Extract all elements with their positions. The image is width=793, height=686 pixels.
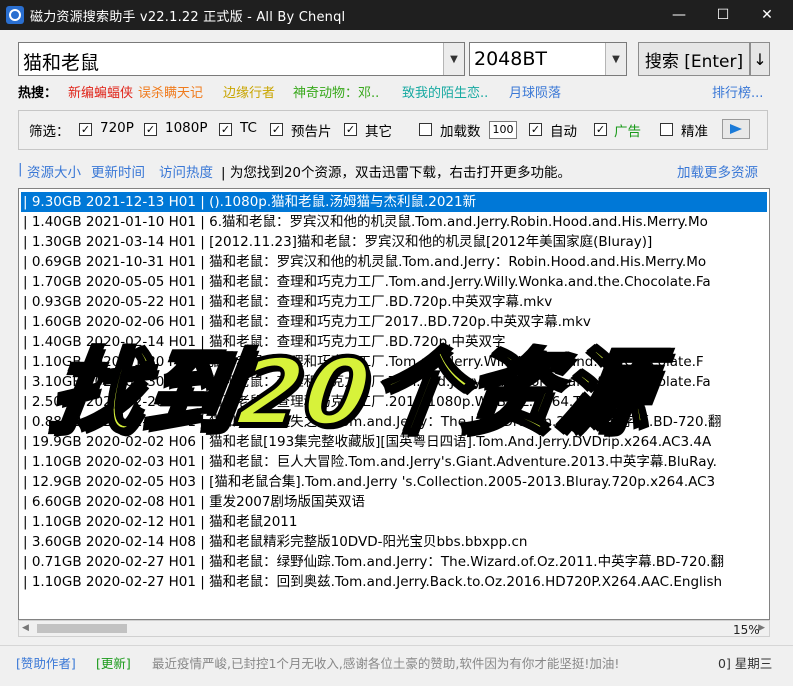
- search-button-label: 搜索 [Enter]: [644, 51, 744, 72]
- play-button[interactable]: [722, 119, 750, 139]
- scroll-left-icon[interactable]: ◀: [22, 623, 29, 633]
- app-window: 磁力资源搜索助手 v22.1.22 正式版 - All By Chenql — …: [0, 0, 793, 686]
- checkbox-ads[interactable]: ✓: [594, 123, 607, 136]
- filter-label: 筛选：: [29, 124, 70, 140]
- progress-percent: 15%: [733, 623, 760, 637]
- precise-label: 精准: [681, 124, 708, 140]
- source-select[interactable]: 2048BT ▼: [469, 42, 627, 76]
- load-count-input[interactable]: 100: [489, 121, 517, 139]
- load-more-link[interactable]: 加载更多资源: [677, 161, 758, 181]
- list-item[interactable]: | 1.10GB 2020-02-27 H01 | 猫和老鼠：回到奥兹.Tom.…: [21, 572, 769, 592]
- hot-item[interactable]: 误杀瞒天记: [138, 82, 203, 101]
- hot-item[interactable]: 新编蝙蝠侠: [68, 82, 133, 101]
- hot-item[interactable]: 月球陨落: [509, 82, 561, 101]
- dropdown-arrow-button[interactable]: ↓: [750, 42, 770, 76]
- status-message: 最近疫情严峻,已封控1个月无收入,感谢各位土豪的赞助,软件因为有你才能坚挺!加油…: [152, 656, 620, 671]
- checkbox-720p[interactable]: ✓: [79, 123, 92, 136]
- result-summary: | 为您找到20个资源，双击迅雷下载，右击打开更多功能。: [221, 165, 572, 181]
- list-item[interactable]: | 0.71GB 2020-02-27 H01 | 猫和老鼠：绿野仙踪.Tom.…: [21, 552, 769, 572]
- keyword-input[interactable]: 猫和老鼠: [23, 48, 99, 75]
- list-item[interactable]: | 0.93GB 2020-05-22 H01 | 猫和老鼠：查理和巧克力工厂.…: [21, 292, 769, 312]
- auto-label: 自动: [550, 124, 577, 140]
- hot-item[interactable]: 边缘行者: [223, 82, 275, 101]
- filter-trailer-label: 预告片: [291, 124, 332, 140]
- hot-item[interactable]: 神奇动物：邓..: [293, 82, 379, 101]
- list-item[interactable]: | 3.60GB 2020-02-14 H08 | 猫和老鼠精彩完整版10DVD…: [21, 532, 769, 552]
- checkbox-1080p[interactable]: ✓: [144, 123, 157, 136]
- list-item[interactable]: | 1.10GB 2020-02-12 H01 | 猫和老鼠2011: [21, 512, 769, 532]
- list-item[interactable]: | 9.30GB 2021-12-13 H01 | ().1080p.猫和老鼠.…: [21, 192, 767, 212]
- chevron-down-icon[interactable]: ▼: [443, 43, 464, 75]
- source-value: 2048BT: [474, 48, 547, 70]
- checkbox-trailer[interactable]: ✓: [270, 123, 283, 136]
- arrow-down-icon: ↓: [753, 49, 767, 69]
- scrollbar-thumb[interactable]: [37, 624, 127, 633]
- list-item[interactable]: | 1.30GB 2021-03-14 H01 | [2012.11.23]猫和…: [21, 232, 769, 252]
- search-button[interactable]: 搜索 [Enter]: [638, 42, 750, 76]
- close-button[interactable]: ✕: [745, 0, 789, 30]
- rank-link[interactable]: 排行榜...: [712, 82, 763, 101]
- sort-size-link[interactable]: 资源大小: [27, 161, 81, 181]
- overlay-caption: 找到20个资源: [41, 337, 662, 448]
- title-bar: 磁力资源搜索助手 v22.1.22 正式版 - All By Chenql — …: [0, 0, 793, 30]
- sort-bar: | 资源大小 更新时间 访问热度 | 为您找到20个资源，双击迅雷下载，右击打开…: [18, 161, 770, 181]
- filter-1080p-label: 1080P: [165, 120, 208, 136]
- minimize-button[interactable]: —: [657, 0, 701, 30]
- list-item[interactable]: | 0.69GB 2021-10-31 H01 | 猫和老鼠：罗宾汉和他的机灵鼠…: [21, 252, 769, 272]
- app-magnet-icon: [6, 6, 24, 24]
- ads-label: 广告: [614, 124, 641, 140]
- checkbox-tc[interactable]: ✓: [219, 123, 232, 136]
- play-icon: [730, 124, 742, 134]
- status-date: 0] 星期三: [718, 656, 773, 671]
- filter-tc-label: TC: [240, 120, 257, 136]
- filter-other-label: 其它: [365, 124, 392, 140]
- load-count-label: 加载数: [440, 124, 481, 140]
- hot-search-row: 热搜： 新编蝙蝠侠 误杀瞒天记 边缘行者 神奇动物：邓.. 致我的陌生恋.. 月…: [18, 82, 778, 102]
- window-title: 磁力资源搜索助手 v22.1.22 正式版 - All By Chenql: [30, 10, 346, 25]
- chevron-down-icon[interactable]: ▼: [605, 43, 626, 75]
- list-item[interactable]: | 6.60GB 2020-02-08 H01 | 重发2007剧场版国英双语: [21, 492, 769, 512]
- hot-search-label: 热搜：: [18, 86, 58, 101]
- list-item[interactable]: | 1.40GB 2021-01-10 H01 | 6.猫和老鼠：罗宾汉和他的机…: [21, 212, 769, 232]
- horizontal-scrollbar[interactable]: ◀ ▶: [18, 620, 770, 637]
- list-item[interactable]: | 12.9GB 2020-02-05 H03 | [猫和老鼠合集].Tom.a…: [21, 472, 769, 492]
- sponsor-link[interactable]: [赞助作者]: [16, 653, 76, 672]
- sort-time-link[interactable]: 更新时间: [91, 161, 145, 181]
- filter-720p-label: 720P: [100, 120, 134, 136]
- hot-item[interactable]: 致我的陌生恋..: [402, 82, 488, 101]
- list-item[interactable]: | 1.10GB 2020-02-03 H01 | 猫和老鼠：巨人大冒险.Tom…: [21, 452, 769, 472]
- sort-heat-link[interactable]: 访问热度: [159, 161, 213, 181]
- maximize-button[interactable]: ☐: [701, 0, 745, 30]
- status-bar: [赞助作者] [更新] 最近疫情严峻,已封控1个月无收入,感谢各位土豪的赞助,软…: [0, 645, 793, 676]
- keyword-combobox[interactable]: 猫和老鼠 ▼: [18, 42, 465, 76]
- checkbox-precise[interactable]: [660, 123, 673, 136]
- update-link[interactable]: [更新]: [96, 653, 131, 672]
- sort-prefix: |: [18, 161, 23, 177]
- checkbox-other[interactable]: ✓: [344, 123, 357, 136]
- list-item[interactable]: | 1.70GB 2020-05-05 H01 | 猫和老鼠：查理和巧克力工厂.…: [21, 272, 769, 292]
- checkbox-auto[interactable]: ✓: [529, 123, 542, 136]
- checkbox-load-count[interactable]: [419, 123, 432, 136]
